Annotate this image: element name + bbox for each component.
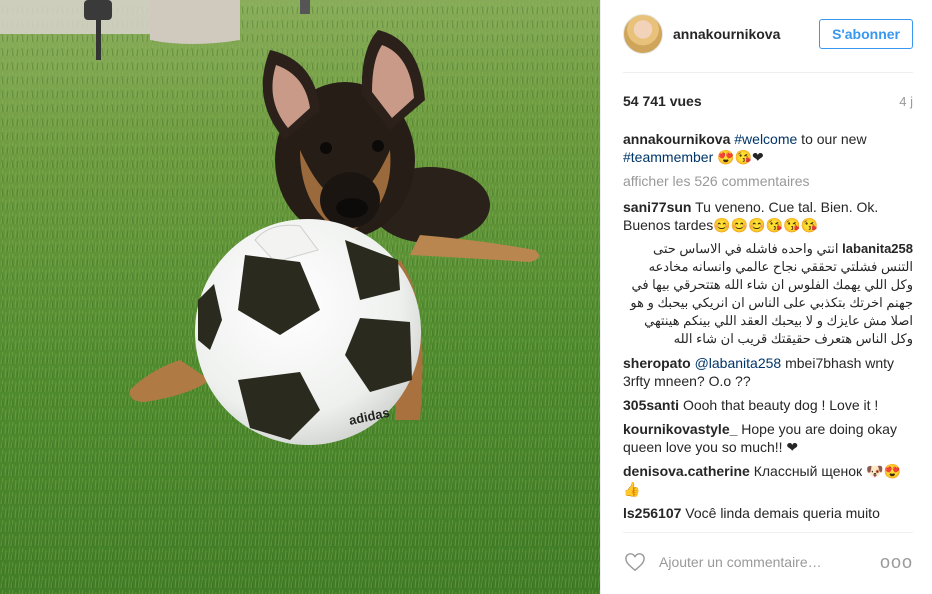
- list-item: kournikovastyle_ Hope you are doing okay…: [623, 420, 913, 456]
- caption-username[interactable]: annakournikova: [623, 131, 730, 147]
- comment-username[interactable]: denisova.catherine: [623, 463, 750, 479]
- list-item: ls256107 Você linda demais queria muito: [623, 504, 913, 522]
- comment-bar: ooo: [623, 542, 913, 582]
- header-username[interactable]: annakournikova: [673, 26, 819, 42]
- caption-text: to our new: [797, 131, 867, 147]
- post-age[interactable]: 4 j: [899, 94, 913, 109]
- comment-text: Oooh that beauty dog ! Love it !: [682, 397, 879, 413]
- caption-emoji: 😍😘❤: [713, 149, 764, 165]
- heart-icon-svg: [625, 553, 645, 572]
- footer-divider: [623, 532, 913, 533]
- caption: annakournikova #welcome to our new #team…: [623, 130, 913, 166]
- post-sidebar: annakournikova S'abonner 54 741 vues 4 j…: [600, 0, 932, 594]
- hashtag-link[interactable]: #teammember: [623, 149, 713, 165]
- comment-text: انتي واحده فاشله في الاساس حتى التنس فشل…: [630, 241, 913, 346]
- comment-text: Você linda demais queria muito: [685, 505, 880, 521]
- photo-illustration: adidas: [0, 0, 600, 594]
- post-stats: 54 741 vues 4 j: [623, 93, 913, 109]
- view-count: 54 741 vues: [623, 93, 702, 109]
- comment-username[interactable]: sheropato: [623, 355, 691, 371]
- list-item: denisova.catherine Классный щенок 🐶😍👍: [623, 462, 913, 498]
- post-header: annakournikova S'abonner: [623, 12, 913, 56]
- list-item: sheropato @labanita258 mbei7bhash wnty 3…: [623, 354, 913, 390]
- post-photo[interactable]: adidas: [0, 0, 600, 594]
- list-item: 305santi Oooh that beauty dog ! Love it …: [623, 396, 913, 414]
- comment-username[interactable]: kournikovastyle_: [623, 421, 737, 437]
- hashtag-link[interactable]: #welcome: [734, 131, 797, 147]
- list-item: sani77sun Tu veneno. Cue tal. Bien. Ok. …: [623, 198, 913, 234]
- add-comment-input[interactable]: [659, 554, 880, 570]
- avatar[interactable]: [623, 14, 663, 54]
- list-item: labanita258 انتي واحده فاشله في الاساس ح…: [623, 240, 913, 348]
- comment-username[interactable]: sani77sun: [623, 199, 691, 215]
- comment-username[interactable]: ls256107: [623, 505, 681, 521]
- mention-link[interactable]: @labanita258: [695, 355, 782, 371]
- heart-icon[interactable]: [623, 550, 647, 574]
- comment-username[interactable]: labanita258: [842, 241, 913, 256]
- comment-list[interactable]: annakournikova #welcome to our new #team…: [623, 130, 913, 525]
- header-divider: [623, 72, 913, 73]
- show-more-comments-link[interactable]: afficher les 526 commentaires: [623, 172, 913, 190]
- comment-username[interactable]: 305santi: [623, 397, 679, 413]
- more-options-icon[interactable]: ooo: [880, 552, 913, 573]
- post-modal: adidas annakournikova S'abonner 54 741 v…: [0, 0, 932, 594]
- follow-button[interactable]: S'abonner: [819, 19, 913, 49]
